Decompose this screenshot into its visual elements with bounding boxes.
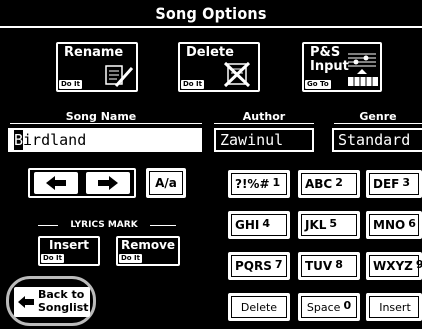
- ps-input-button[interactable]: P&S Input Go To: [302, 42, 382, 92]
- space-key[interactable]: Space 0: [298, 293, 360, 321]
- key-letters: PQRS: [235, 259, 272, 273]
- key-number: 7: [274, 257, 283, 271]
- key-number: 9: [415, 257, 422, 271]
- back-to-songlist-button[interactable]: Back to Songlist: [14, 287, 90, 317]
- rename-button[interactable]: Rename Do It: [56, 42, 138, 92]
- cursor-left-button[interactable]: [34, 172, 78, 194]
- key-number: 1: [272, 175, 281, 189]
- key-number: 3: [402, 175, 411, 189]
- key-letters: ?!%#: [235, 177, 270, 191]
- key-letters: DEF: [373, 177, 400, 191]
- case-toggle-button[interactable]: A/a: [146, 168, 186, 198]
- author-value: Zawinul: [220, 131, 284, 149]
- genre-header-line: [334, 123, 422, 124]
- arrow-right-icon: [98, 176, 118, 190]
- key-letters: ABC: [305, 177, 333, 191]
- delete-char-label: Delete: [240, 300, 278, 314]
- page-title: Song Options: [155, 4, 267, 23]
- key-letters: JKL: [305, 218, 327, 232]
- lyrics-mark-line-right: [150, 225, 176, 226]
- text-cursor: B: [14, 130, 24, 150]
- ps-input-label-line2: Input: [310, 59, 349, 74]
- song-name-header: Song Name: [65, 110, 137, 123]
- keypad-key-3[interactable]: DEF 3: [366, 170, 422, 198]
- keypad-key-9[interactable]: WXYZ 9: [366, 252, 422, 280]
- lyrics-insert-button[interactable]: Insert Do It: [38, 236, 100, 266]
- delete-button[interactable]: Delete Do It: [178, 42, 260, 92]
- key-letters: TUV: [305, 259, 333, 273]
- arrow-left-icon: [46, 176, 66, 190]
- ps-input-label-line1: P&S: [310, 45, 341, 60]
- arrow-left-icon: [18, 296, 34, 308]
- author-field[interactable]: Zawinul: [214, 128, 314, 152]
- song-name-header-line: [10, 123, 202, 124]
- back-label-line2: Songlist: [38, 301, 89, 314]
- delete-char-button[interactable]: Delete: [228, 293, 290, 321]
- author-header-line: [214, 123, 314, 124]
- genre-header: Genre: [359, 110, 397, 123]
- space-key-label: Space: [306, 300, 341, 314]
- delete-label: Delete: [186, 45, 234, 60]
- keypad-key-2[interactable]: ABC 2: [298, 170, 360, 198]
- key-number: 8: [335, 257, 343, 271]
- insert-char-button[interactable]: Insert: [366, 293, 422, 321]
- genre-field[interactable]: Standard: [332, 128, 422, 152]
- key-number: 4: [262, 216, 271, 230]
- go-to-tag: Go To: [305, 80, 331, 89]
- insert-char-label: Insert: [379, 300, 411, 314]
- music-keyboard-icon: [348, 53, 378, 86]
- trash-document-icon: [223, 61, 251, 88]
- key-letters: MNO: [373, 218, 406, 232]
- key-letters: GHI: [235, 218, 260, 232]
- title-divider: [0, 26, 422, 28]
- author-header: Author: [242, 110, 286, 123]
- genre-value: Standard: [338, 131, 411, 149]
- rename-label: Rename: [64, 45, 124, 60]
- lyrics-remove-label: Remove: [120, 238, 176, 252]
- back-label-line1: Back to: [38, 288, 85, 301]
- lyrics-insert-label: Insert: [49, 238, 89, 252]
- do-it-tag: Do It: [41, 254, 65, 263]
- song-name-value: Birdland: [14, 130, 87, 150]
- keypad-key-6[interactable]: MNO 6: [366, 211, 422, 239]
- key-number: 2: [335, 175, 343, 189]
- key-letters: WXYZ: [373, 259, 413, 273]
- keypad-key-8[interactable]: TUV 8: [298, 252, 360, 280]
- lyrics-mark-title: LYRICS MARK: [70, 220, 138, 230]
- key-number: 5: [329, 216, 338, 230]
- key-number: 6: [408, 216, 416, 230]
- case-toggle-label: A/a: [155, 176, 177, 190]
- cursor-right-button[interactable]: [86, 172, 130, 194]
- do-it-tag: Do It: [59, 80, 83, 89]
- do-it-tag: Do It: [181, 80, 205, 89]
- lyrics-remove-button[interactable]: Remove Do It: [116, 236, 180, 266]
- key-number: 0: [343, 298, 352, 312]
- keypad-key-1[interactable]: ?!%# 1: [228, 170, 290, 198]
- do-it-tag: Do It: [119, 254, 143, 263]
- rename-icon: [105, 65, 134, 87]
- lyrics-mark-line-left: [38, 225, 58, 226]
- keypad-key-7[interactable]: PQRS 7: [228, 252, 290, 280]
- keypad-key-4[interactable]: GHI 4: [228, 211, 290, 239]
- keypad-key-5[interactable]: JKL 5: [298, 211, 360, 239]
- song-name-field[interactable]: Birdland: [8, 128, 202, 152]
